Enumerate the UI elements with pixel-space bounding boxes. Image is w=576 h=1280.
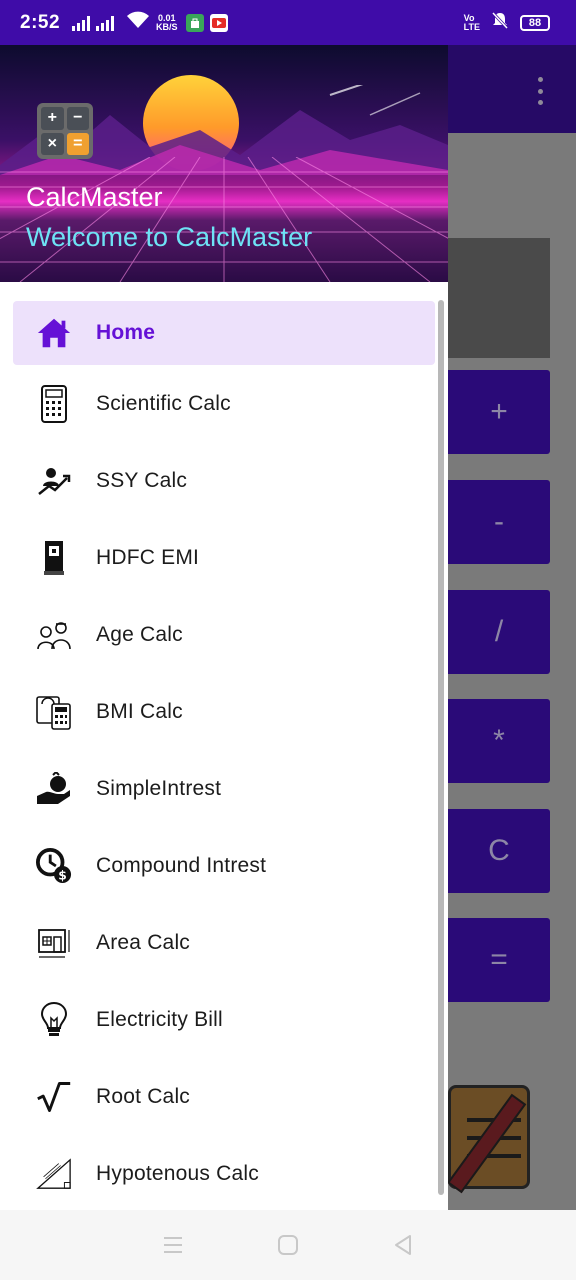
- battery-indicator: 88: [520, 14, 550, 31]
- clear-button[interactable]: C: [448, 809, 550, 893]
- menu-item-label: HDFC EMI: [96, 545, 200, 569]
- hand-money-icon: [36, 771, 72, 807]
- shopping-app-icon: [185, 13, 204, 32]
- multiply-button[interactable]: *: [448, 699, 550, 783]
- menu-item-electricity-bill[interactable]: Electricity Bill: [0, 981, 448, 1058]
- volte-indicator: Vo LTE: [463, 13, 480, 32]
- menu-item-label: Area Calc: [96, 930, 191, 954]
- menu-item-label: Age Calc: [96, 622, 183, 646]
- menu-item-bmi-calc[interactable]: BMI Calc: [0, 673, 448, 750]
- status-time: 2:52: [20, 11, 61, 33]
- menu-item-age-calc[interactable]: Age Calc: [0, 596, 448, 673]
- app-logo-icon: + − × =: [37, 103, 93, 159]
- app-title: CalcMaster: [26, 182, 163, 212]
- menu-item-root-calc[interactable]: Root Calc: [0, 1058, 448, 1135]
- net-speed-unit: KB/S: [156, 21, 178, 32]
- volte-bottom: LTE: [463, 21, 480, 32]
- calculator-display: [448, 238, 550, 358]
- network-speed: 0.01 KB/S: [156, 13, 178, 32]
- status-bar: 2:52 0.01 KB/S Vo LTE 88: [0, 0, 576, 45]
- app-toolbar: [448, 45, 576, 133]
- navigation-drawer: + − × = CalcMaster Welcome to CalcMaster…: [0, 45, 448, 1210]
- scientific-calculator-icon: [36, 384, 72, 423]
- menu-item-label: BMI Calc: [96, 699, 183, 723]
- equals-button[interactable]: =: [448, 918, 550, 1002]
- area-plan-icon: [36, 925, 72, 961]
- menu-item-scientific-calc[interactable]: Scientific Calc: [0, 365, 448, 442]
- square-root-icon: [36, 1079, 72, 1115]
- signal-icon-2: [96, 15, 115, 31]
- drawer-header: + − × = CalcMaster Welcome to CalcMaster: [0, 45, 448, 282]
- menu-item-simple-interest[interactable]: SimpleIntrest: [0, 750, 448, 827]
- svg-text:$: $: [58, 868, 67, 882]
- menu-item-hdfc-emi[interactable]: HDFC EMI: [0, 519, 448, 596]
- wifi-icon: [126, 11, 150, 34]
- logo-key: +: [41, 107, 64, 130]
- menu-item-compound-interest[interactable]: $ Compound Intrest: [0, 827, 448, 904]
- mute-icon: [490, 10, 510, 35]
- lightbulb-icon: [36, 1001, 72, 1038]
- drawer-menu: Home Scientific Calc SSY Calc HDFC EMI A: [0, 282, 448, 1210]
- clock-dollar-icon: $: [36, 847, 72, 884]
- system-navigation-bar: [0, 1210, 576, 1280]
- menu-item-label: Scientific Calc: [96, 391, 231, 415]
- signal-icon: [72, 15, 91, 31]
- menu-item-hypotenuse-calc[interactable]: Hypotenous Calc: [0, 1135, 448, 1210]
- menu-item-home[interactable]: Home: [13, 301, 435, 365]
- more-options-icon[interactable]: [536, 77, 544, 105]
- bank-building-icon: [36, 540, 72, 576]
- grid-floor-decoration: [0, 157, 448, 282]
- welcome-subtitle: Welcome to CalcMaster: [26, 222, 313, 252]
- logo-key: −: [66, 107, 89, 130]
- menu-item-label: SSY Calc: [96, 468, 188, 492]
- back-icon[interactable]: [383, 1225, 423, 1265]
- menu-item-label: SimpleIntrest: [96, 776, 222, 800]
- home-button-icon[interactable]: [268, 1225, 308, 1265]
- menu-item-label: Electricity Bill: [96, 1007, 223, 1031]
- home-icon: [36, 315, 72, 351]
- plus-button[interactable]: +: [448, 370, 550, 454]
- drawer-scrollbar[interactable]: [438, 300, 444, 1195]
- bmi-calculator-icon: [36, 694, 72, 730]
- menu-item-label: Home: [96, 321, 156, 344]
- menu-item-label: Root Calc: [96, 1084, 191, 1108]
- logo-key: ×: [41, 132, 64, 155]
- menu-item-ssy-calc[interactable]: SSY Calc: [0, 442, 448, 519]
- menu-item-label: Compound Intrest: [96, 853, 267, 877]
- youtube-icon: [209, 13, 228, 32]
- recent-apps-icon[interactable]: [153, 1225, 193, 1265]
- people-age-icon: [36, 617, 72, 653]
- background-calculator: + - / * C =: [448, 45, 576, 1210]
- minus-button[interactable]: -: [448, 480, 550, 564]
- triangle-hypotenuse-icon: [36, 1156, 72, 1192]
- menu-item-area-calc[interactable]: Area Calc: [0, 904, 448, 981]
- logo-key: =: [66, 132, 89, 155]
- divide-button[interactable]: /: [448, 590, 550, 674]
- menu-item-label: Hypotenous Calc: [96, 1161, 259, 1185]
- growth-chart-icon: [36, 463, 72, 499]
